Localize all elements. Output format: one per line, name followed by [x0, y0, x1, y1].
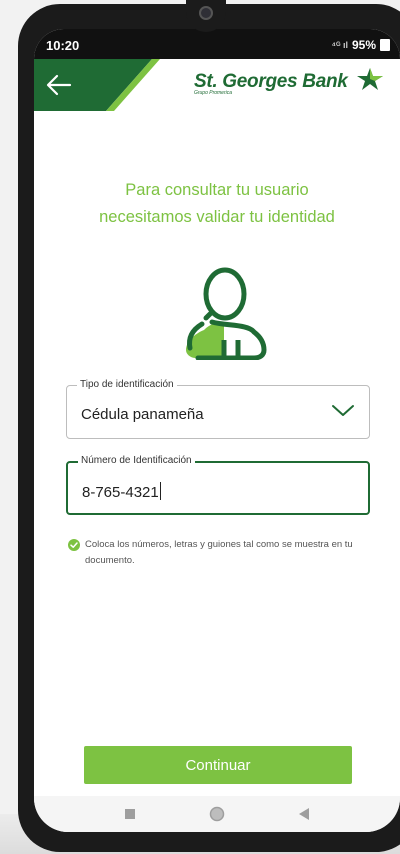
title-line-2: necesitamos validar tu identidad — [99, 208, 335, 226]
signal-icon: ⁴ᴳ ıl — [331, 40, 348, 50]
id-type-label: Tipo de identificación — [77, 379, 177, 391]
logo-subtitle: Grupo Promerica — [193, 90, 233, 96]
camera-notch — [186, 0, 226, 32]
chevron-down-icon[interactable] — [331, 404, 355, 418]
id-number-input[interactable]: Número de Identificación 8-765-4321 — [66, 455, 370, 515]
back-arrow-icon[interactable] — [46, 73, 72, 97]
id-number-text: 8-765-4321 — [82, 484, 159, 501]
status-bar: 10:20 ⁴ᴳ ıl 95% — [34, 29, 400, 59]
camera-icon — [199, 6, 213, 20]
title-line-1: Para consultar tu usuario — [125, 181, 309, 199]
square-icon — [125, 809, 135, 819]
circle-icon — [209, 806, 225, 822]
page-title: Para consultar tu usuario necesitamos va… — [34, 177, 400, 231]
nav-back-button[interactable] — [274, 796, 334, 832]
star-icon — [357, 68, 383, 90]
id-type-select[interactable]: Tipo de identificación Cédula panameña — [66, 379, 370, 439]
battery-icon — [380, 39, 390, 51]
battery-level: 95% — [351, 38, 376, 52]
nav-home-button[interactable] — [187, 796, 247, 832]
user-identity-icon — [186, 267, 267, 360]
nav-recents-button[interactable] — [100, 796, 160, 832]
id-type-value: Cédula panameña — [81, 406, 204, 423]
app-header: St. Georges Bank Grupo Promerica — [34, 59, 400, 111]
hint-text: Coloca los números, letras y guiones tal… — [85, 539, 353, 566]
status-indicators: ⁴ᴳ ıl 95% — [331, 38, 390, 52]
text-cursor — [159, 482, 161, 500]
logo-text: St. Georges Bank — [193, 71, 348, 92]
status-time: 10:20 — [46, 38, 80, 53]
id-number-value: 8-765-4321 — [82, 482, 161, 501]
id-number-label: Número de Identificación — [78, 455, 195, 467]
bank-logo: St. Georges Bank Grupo Promerica — [193, 67, 384, 96]
continue-button[interactable]: Continuar — [84, 746, 352, 784]
android-navigation-bar — [34, 796, 400, 832]
check-circle-icon — [68, 539, 80, 551]
app-screen: 10:20 ⁴ᴳ ıl 95% St. Georges Bank Grupo P… — [34, 29, 400, 832]
phone-frame: 10:20 ⁴ᴳ ıl 95% St. Georges Bank Grupo P… — [18, 0, 400, 852]
triangle-back-icon — [299, 808, 309, 820]
